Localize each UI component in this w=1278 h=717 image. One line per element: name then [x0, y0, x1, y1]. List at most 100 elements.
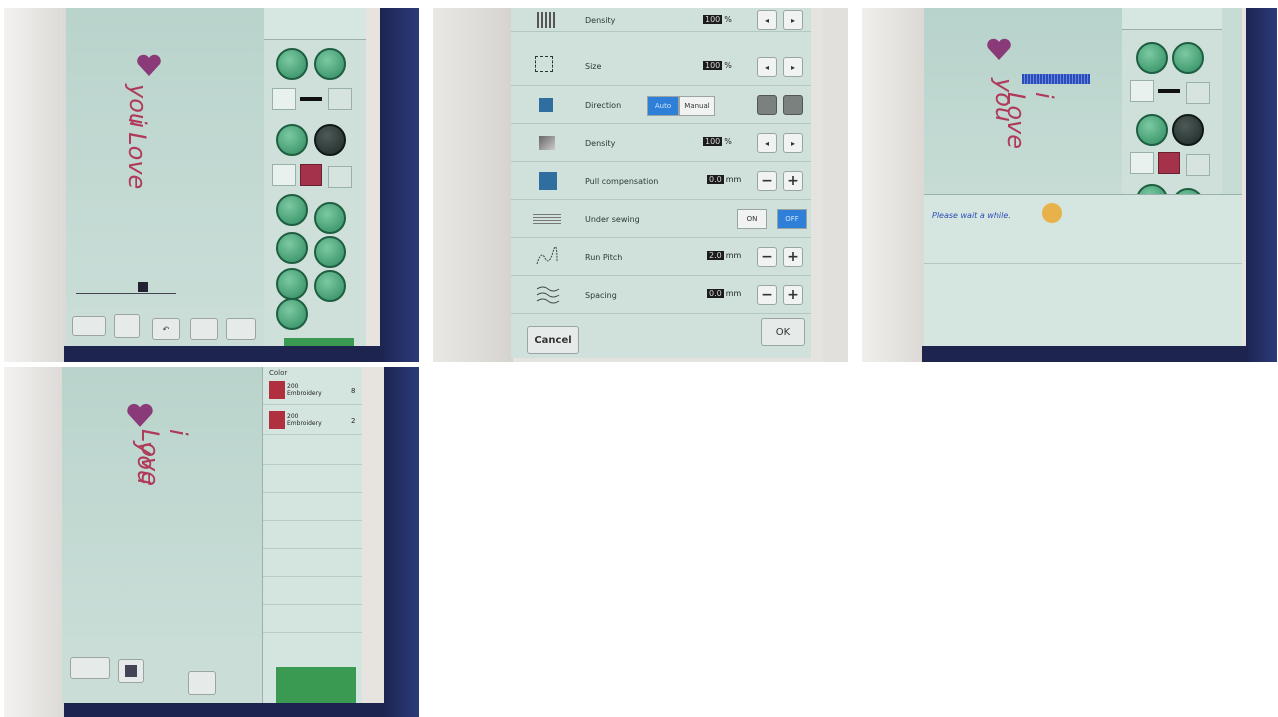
color-name-2: 200 Embroidery: [287, 413, 322, 427]
run-pitch-icon: [535, 246, 559, 268]
direction-icon: [539, 98, 553, 112]
density-value: 100%: [703, 15, 732, 24]
fill-tool-button[interactable]: [1136, 114, 1168, 146]
color-list-row-2[interactable]: 200 Embroidery 2: [263, 407, 362, 435]
fill-tool-button[interactable]: [276, 124, 308, 156]
please-wait-message: Please wait a while.: [932, 211, 1011, 220]
spacing-plus-button[interactable]: +: [783, 285, 803, 305]
bottom-button-1[interactable]: [72, 316, 106, 336]
heart-stamp: [136, 52, 162, 78]
setting-row-density: Density 100% ◂ ▸: [511, 124, 811, 162]
color-list-row-1[interactable]: 200 Embroidery 8: [263, 377, 362, 405]
machine-bezel: [862, 8, 932, 362]
pull-compensation-minus-button[interactable]: −: [757, 171, 777, 191]
fill-color-swatch[interactable]: [300, 164, 322, 186]
spacing-minus-button[interactable]: −: [757, 285, 777, 305]
tile-4-color-list-screen: i Love you Color 200 Embroidery 8 200 Em…: [4, 367, 419, 717]
frame-icon: [125, 665, 137, 677]
bottom-button-1[interactable]: [70, 657, 110, 679]
message-dialog: Please wait a while.: [924, 194, 1242, 348]
heart-stamp: [126, 401, 154, 429]
green-corner: [276, 667, 356, 707]
ok-button[interactable]: OK: [761, 318, 805, 346]
fill-extra-button[interactable]: [1186, 154, 1210, 176]
fill-color-picker-icon[interactable]: [1130, 152, 1154, 174]
color-list-row-empty: [263, 521, 362, 549]
undo-button[interactable]: ↶: [152, 318, 180, 340]
spacing-value: 0.0 mm: [707, 289, 742, 298]
density2-increase-button[interactable]: ▸: [783, 133, 803, 153]
direction-manual-button[interactable]: Manual: [679, 96, 715, 116]
line-style-button[interactable]: [314, 48, 346, 80]
pull-compensation-label: Pull compensation: [585, 177, 659, 186]
color-name-1: 200 Embroidery: [287, 383, 322, 397]
frame-select-button[interactable]: [118, 659, 144, 683]
zoom-slider-thumb[interactable]: [138, 282, 148, 292]
line-extra-button[interactable]: [328, 88, 352, 110]
drawing-canvas[interactable]: i Love you: [66, 8, 264, 308]
under-sewing-label: Under sewing: [585, 215, 640, 224]
rotate-tool-button[interactable]: [314, 270, 346, 302]
fill-color-swatch[interactable]: [1158, 152, 1180, 174]
line-extra-button[interactable]: [1186, 82, 1210, 104]
select-tool-button[interactable]: [276, 232, 308, 264]
direction-auto-button[interactable]: Auto: [647, 96, 679, 116]
dialog-divider: [924, 263, 1242, 264]
redo-button[interactable]: [190, 318, 218, 340]
embroidery-preview-button[interactable]: [188, 671, 216, 695]
direction-right-button[interactable]: [783, 95, 803, 115]
screen-frame-edge: [1246, 8, 1277, 362]
pull-compensation-icon: [539, 172, 557, 190]
move-tool-button[interactable]: [314, 236, 346, 268]
under-sewing-off-button[interactable]: OFF: [777, 209, 807, 229]
density-decrease-button[interactable]: ◂: [757, 10, 777, 30]
color-list-row-empty: [263, 577, 362, 605]
size-increase-button[interactable]: ▸: [783, 57, 803, 77]
run-pitch-minus-button[interactable]: −: [757, 247, 777, 267]
drawing-canvas[interactable]: i Love you: [62, 367, 262, 637]
bottom-button-2[interactable]: [114, 314, 140, 338]
touch-screen: i Love you ↶: [66, 8, 366, 348]
pull-compensation-plus-button[interactable]: +: [783, 171, 803, 191]
handwriting-line-2: you: [990, 78, 1018, 123]
extra-tool-button[interactable]: [276, 298, 308, 330]
fill-extra-button[interactable]: [328, 166, 352, 188]
drawing-canvas[interactable]: i Love you: [924, 8, 1122, 192]
under-sewing-on-button[interactable]: ON: [737, 209, 767, 229]
machine-base: [922, 346, 1248, 362]
density-label-2: Density: [585, 139, 616, 148]
density2-decrease-button[interactable]: ◂: [757, 133, 777, 153]
cancel-button[interactable]: Cancel: [527, 326, 579, 354]
machine-base: [64, 346, 384, 362]
run-pitch-label: Run Pitch: [585, 253, 623, 262]
eraser-tool-button[interactable]: [314, 202, 346, 234]
color-list-row-empty: [263, 605, 362, 633]
tool-header-box: [264, 8, 366, 40]
fill-style-button[interactable]: [1172, 114, 1204, 146]
handwriting-line-2: you: [124, 84, 152, 129]
zoom-tool-button[interactable]: [276, 268, 308, 300]
direction-left-button[interactable]: [757, 95, 777, 115]
color-list-row-empty: [263, 549, 362, 577]
density-label: Density: [585, 16, 616, 25]
line-color-picker-icon[interactable]: [1130, 80, 1154, 102]
size-decrease-button[interactable]: ◂: [757, 57, 777, 77]
setting-row-pull-compensation: Pull compensation 0.0 mm − +: [511, 162, 811, 200]
progress-bar: [1022, 74, 1090, 84]
line-tool-button[interactable]: [276, 48, 308, 80]
run-pitch-value: 2.0 mm: [707, 251, 742, 260]
fill-style-button[interactable]: [314, 124, 346, 156]
touch-screen: i Love you Color 200 Embroidery 8 200 Em…: [62, 367, 362, 703]
line-tool-button[interactable]: [1136, 42, 1168, 74]
density-fill-icon: [539, 136, 555, 150]
preview-button[interactable]: [226, 318, 256, 340]
stamp-tool-button[interactable]: [276, 194, 308, 226]
line-style-button[interactable]: [1172, 42, 1204, 74]
fill-color-picker-icon[interactable]: [272, 164, 296, 186]
line-width-indicator: [300, 97, 322, 101]
zoom-slider[interactable]: [76, 282, 176, 294]
density-increase-button[interactable]: ▸: [783, 10, 803, 30]
run-pitch-plus-button[interactable]: +: [783, 247, 803, 267]
line-color-picker-icon[interactable]: [272, 88, 296, 110]
bottom-toolbar: [62, 637, 262, 703]
